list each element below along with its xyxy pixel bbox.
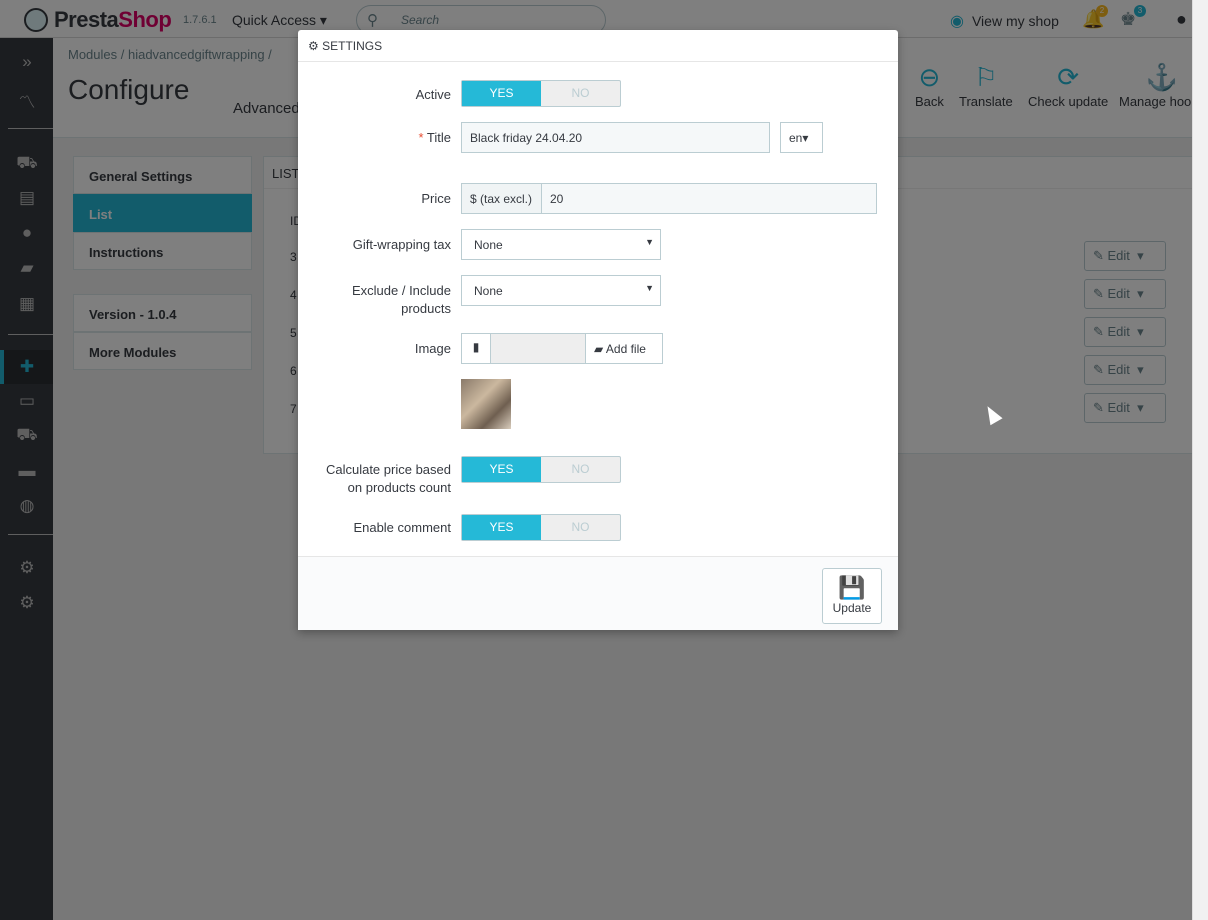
price-input[interactable]: 20 [541,183,877,214]
gift-wrapping-tax-label: Gift-wrapping tax [352,237,451,252]
exclude-select-value: None [474,284,503,298]
modal-footer: 💾 Update [298,556,898,630]
add-file-label: Add file [605,342,646,356]
calc-no-option[interactable]: NO [541,457,620,482]
add-file-button[interactable]: ▰ Add file [585,333,663,364]
settings-modal: ⚙ SETTINGS Active YES NO * Title Black f… [298,30,898,630]
modal-title: SETTINGS [322,39,383,53]
update-button[interactable]: 💾 Update [822,568,882,624]
file-name-input[interactable] [490,333,586,364]
title-label: * Title [418,130,451,145]
chevron-down-icon: ▼ [645,283,654,293]
price-label: Price [421,191,451,206]
folder-icon: ▰ [594,342,604,356]
gift-image-thumbnail [461,379,511,429]
enable-comment-switch[interactable]: YES NO [461,514,621,541]
chevron-down-icon: ▼ [645,237,654,247]
exclude-include-select[interactable]: None ▼ [461,275,661,306]
exclude-include-label: Exclude / Include products [351,283,451,316]
calculate-price-label: Calculate price based on products count [325,462,451,495]
gears-icon: ⚙ [308,39,319,53]
page-scrollbar[interactable] [1192,0,1208,920]
comment-no-option[interactable]: NO [541,515,620,540]
price-prefix: $ (tax excl.) [461,183,542,214]
active-label: Active [415,87,451,102]
active-no-option[interactable]: NO [541,81,620,106]
comment-yes-option[interactable]: YES [462,515,541,540]
tax-select-value: None [474,238,503,252]
file-icon: ▮ [461,333,491,364]
image-label: Image [414,341,451,356]
modal-header: ⚙ SETTINGS [298,30,898,62]
active-yes-option[interactable]: YES [462,81,541,106]
enable-comment-label: Enable comment [353,520,451,535]
save-floppy-icon: 💾 [838,575,866,600]
language-value: en [789,131,803,145]
title-input[interactable]: Black friday 24.04.20 [461,122,770,153]
calculate-price-switch[interactable]: YES NO [461,456,621,483]
language-dropdown[interactable]: en▾ [780,122,823,153]
calc-yes-option[interactable]: YES [462,457,541,482]
update-label: Update [832,601,872,615]
gift-wrapping-tax-select[interactable]: None ▼ [461,229,661,260]
active-switch[interactable]: YES NO [461,80,621,107]
